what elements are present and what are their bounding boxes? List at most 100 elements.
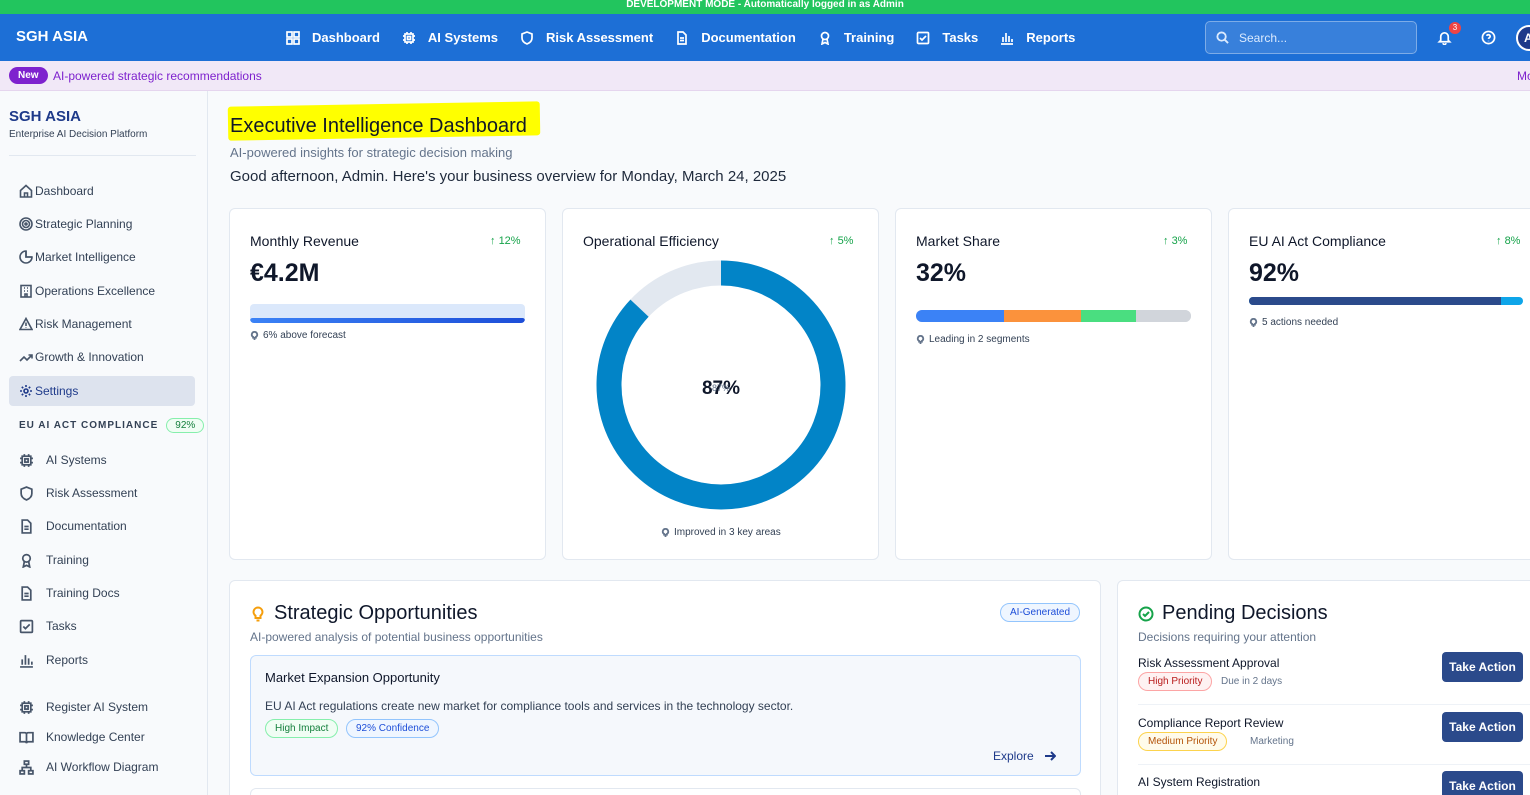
- strategic-opportunities-panel: Strategic Opportunities AI-Generated AI-…: [229, 580, 1101, 795]
- impact-badge: High Impact: [265, 719, 339, 738]
- divider: [1138, 764, 1530, 765]
- nav-dashboard[interactable]: Dashboard: [286, 30, 380, 45]
- nav-tasks[interactable]: Tasks: [916, 30, 978, 45]
- opportunity-title: Market Expansion Opportunity: [265, 670, 440, 685]
- building-icon: [20, 284, 32, 298]
- cpu-icon: [20, 700, 33, 714]
- sidebar-item-market-intelligence[interactable]: Market Intelligence: [9, 242, 195, 272]
- kpi-card-monthly-revenue[interactable]: Monthly Revenue ↑ 12% €4.2M 6% above for…: [229, 208, 546, 560]
- priority-badge: High Priority: [1138, 672, 1213, 691]
- explore-button[interactable]: Explore: [993, 749, 1056, 763]
- sidebar-item-documentation[interactable]: Documentation: [19, 514, 127, 538]
- sidebar-item-strategic-planning[interactable]: Strategic Planning: [9, 209, 195, 239]
- check-square-icon: [19, 619, 34, 633]
- opportunity-card[interactable]: [250, 788, 1081, 795]
- kpi-value: €4.2M: [250, 259, 320, 287]
- kpi-trend: ↑ 5%: [829, 235, 854, 247]
- help-button[interactable]: [1481, 30, 1496, 50]
- nav-training[interactable]: Training: [818, 30, 894, 45]
- kpi-note-text: Leading in 2 segments: [929, 334, 1030, 345]
- kpi-card-operational-efficiency[interactable]: Operational Efficiency ↑ 5% 87% 87% Impr…: [562, 208, 879, 560]
- nav-ai-systems[interactable]: AI Systems: [402, 30, 498, 45]
- sidebar-item-label: Tasks: [46, 619, 77, 633]
- search-box[interactable]: [1205, 21, 1417, 54]
- search-input[interactable]: [1239, 30, 1399, 45]
- sidebar-brand: SGH ASIA: [9, 108, 81, 125]
- cpu-icon: [402, 31, 415, 44]
- alert-triangle-icon: [19, 317, 33, 331]
- take-action-button[interactable]: Take Action: [1442, 712, 1523, 742]
- nav-documentation[interactable]: Documentation: [675, 30, 796, 45]
- decision-title: Risk Assessment Approval: [1138, 656, 1280, 670]
- promo-more-link[interactable]: Mo: [1517, 69, 1530, 83]
- sidebar-item-label: Settings: [35, 384, 79, 398]
- kpi-note: 5 actions needed: [1249, 317, 1338, 328]
- revenue-progress-fill: [250, 318, 525, 323]
- market-share-segment: [1081, 310, 1136, 322]
- sidebar-item-risk-assessment[interactable]: Risk Assessment: [19, 481, 137, 505]
- sidebar-item-ai-systems[interactable]: AI Systems: [19, 448, 107, 472]
- user-avatar[interactable]: A: [1516, 25, 1530, 51]
- sidebar-item-label: Register AI System: [46, 700, 149, 714]
- sidebar-item-settings[interactable]: Settings: [9, 376, 195, 406]
- kpi-title: Market Share: [916, 233, 1001, 249]
- nav-risk-assessment[interactable]: Risk Assessment: [520, 30, 653, 45]
- sidebar-item-reports[interactable]: Reports: [19, 648, 88, 672]
- promo-text[interactable]: AI-powered strategic recommendations: [53, 69, 262, 83]
- decision-meta: Due in 2 days: [1221, 676, 1283, 687]
- sidebar-item-training[interactable]: Training: [19, 548, 89, 572]
- panel-title-text: Strategic Opportunities: [274, 602, 478, 624]
- sidebar-item-label: Growth & Innovation: [35, 350, 144, 364]
- sidebar-divider: [9, 155, 196, 156]
- sidebar-item-risk-management[interactable]: Risk Management: [9, 309, 195, 339]
- sidebar-item-label: Operations Excellence: [35, 284, 156, 298]
- file-icon: [21, 518, 32, 534]
- take-action-button[interactable]: Take Action: [1442, 771, 1523, 795]
- sidebar-item-ai-workflow-diagram[interactable]: AI Workflow Diagram: [19, 755, 158, 779]
- market-share-segment-bar: [916, 310, 1191, 322]
- pie-chart-icon: [19, 250, 33, 264]
- nav-label: Reports: [1026, 30, 1076, 45]
- file-icon: [21, 585, 32, 601]
- arrow-right-icon: [1044, 751, 1056, 761]
- award-icon: [820, 31, 830, 45]
- sidebar-item-label: Knowledge Center: [46, 730, 145, 744]
- take-action-button[interactable]: Take Action: [1442, 652, 1523, 682]
- shield-icon: [20, 485, 33, 501]
- target-icon: [19, 217, 33, 231]
- kpi-card-eu-ai-act-compliance[interactable]: EU AI Act Compliance ↑ 8% 92% 5 actions …: [1228, 208, 1530, 560]
- compliance-percentage-badge: 92%: [166, 418, 205, 433]
- kpi-card-market-share[interactable]: Market Share ↑ 3% 32% Leading in 2 segme…: [895, 208, 1212, 560]
- sidebar-item-label: Documentation: [46, 519, 127, 533]
- ai-generated-badge: AI-Generated: [1000, 603, 1081, 622]
- nav-label: Tasks: [942, 30, 979, 45]
- opportunity-card[interactable]: Market Expansion Opportunity EU AI Act r…: [250, 655, 1081, 776]
- pending-decisions-panel: Pending Decisions Decisions requiring yo…: [1117, 580, 1530, 795]
- nav-reports[interactable]: Reports: [1000, 30, 1075, 45]
- check-square-icon: [917, 31, 930, 44]
- kpi-trend: ↑ 12%: [490, 235, 521, 247]
- brand-logo[interactable]: SGH ASIA: [16, 28, 88, 45]
- panel-title: Strategic Opportunities: [250, 602, 477, 625]
- sidebar-item-dashboard[interactable]: Dashboard: [9, 176, 195, 206]
- sidebar-item-growth-innovation[interactable]: Growth & Innovation: [9, 342, 195, 372]
- greeting-text: Good afternoon, Admin. Here's your busin…: [230, 168, 787, 185]
- decision-item: Risk Assessment Approval High Priority D…: [1138, 652, 1530, 702]
- sidebar-item-operations-excellence[interactable]: Operations Excellence: [9, 276, 195, 306]
- kpi-note-text: Improved in 3 key areas: [674, 527, 781, 538]
- workflow-icon: [19, 759, 34, 775]
- sidebar-item-label: Reports: [46, 653, 89, 667]
- check-circle-icon: [1138, 606, 1154, 621]
- sidebar-item-register-ai-system[interactable]: Register AI System: [19, 695, 148, 719]
- sidebar-item-knowledge-center[interactable]: Knowledge Center: [19, 725, 145, 749]
- kpi-title: EU AI Act Compliance: [1249, 233, 1386, 249]
- bell-icon: [1437, 31, 1452, 46]
- compliance-section-header: EU AI ACT COMPLIANCE 92%: [19, 418, 205, 433]
- sidebar-item-training-docs[interactable]: Training Docs: [19, 581, 120, 605]
- sidebar-item-tasks[interactable]: Tasks: [19, 614, 77, 638]
- kpi-value: 32%: [916, 259, 967, 287]
- notifications-button[interactable]: 3: [1437, 22, 1461, 50]
- sidebar-item-label: Market Intelligence: [35, 250, 136, 264]
- bar-chart-icon: [1001, 32, 1014, 45]
- lightbulb-icon: [916, 335, 925, 344]
